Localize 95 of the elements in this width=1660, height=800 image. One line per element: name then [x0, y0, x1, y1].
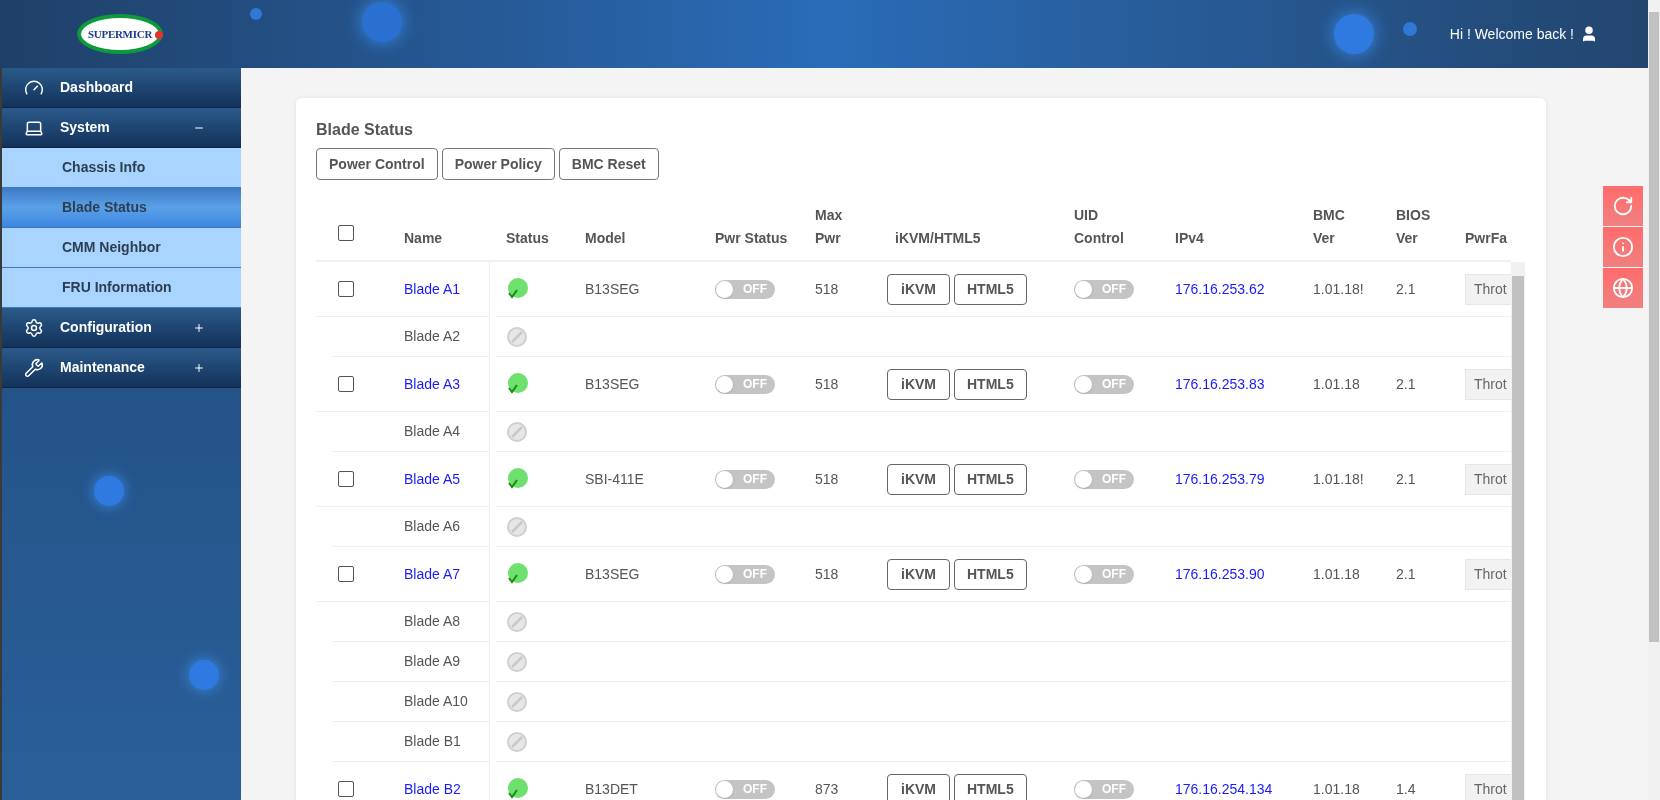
blade-link[interactable]: Blade A5 — [404, 468, 461, 490]
blade-link[interactable]: Blade B2 — [404, 778, 461, 800]
sidebar-item[interactable]: Maintenance — [2, 348, 241, 388]
expand-icon — [193, 321, 205, 334]
table-scrollbar[interactable] — [1511, 262, 1525, 800]
side-tool-button[interactable] — [1603, 186, 1643, 226]
ip-link[interactable]: 176.16.253.83 — [1175, 373, 1265, 395]
column-header: Pwr Status — [715, 229, 788, 248]
model-text: B13SEG — [585, 374, 640, 394]
side-tool-button[interactable] — [1603, 268, 1643, 308]
welcome-text: Hi ! Welcome back ! — [1449, 24, 1574, 44]
blade-name: Blade A4 — [404, 422, 461, 441]
ikvm-button[interactable]: iKVM — [887, 368, 950, 400]
checkbox[interactable] — [338, 281, 354, 297]
html5-button[interactable]: HTML5 — [954, 368, 1027, 400]
column-header: UID Control — [1074, 206, 1124, 248]
ikvm-button[interactable]: iKVM — [887, 273, 950, 305]
sidebar-item[interactable]: Configuration — [2, 308, 241, 348]
blade-name: Blade B1 — [404, 732, 461, 751]
html5-button[interactable]: HTML5 — [954, 558, 1027, 590]
bmc-version-text: 1.01.18! — [1313, 279, 1364, 299]
refresh-icon — [1612, 195, 1634, 217]
globe-icon — [1612, 277, 1634, 299]
model-text: B13SEG — [585, 279, 640, 299]
blade-link[interactable]: Blade A1 — [404, 278, 461, 300]
power-fail-select[interactable]: Throt — [1465, 558, 1511, 590]
bios-version-text: 2.1 — [1396, 279, 1416, 299]
blade-name: Blade A8 — [404, 612, 461, 631]
ikvm-button[interactable]: iKVM — [887, 463, 950, 495]
column-header: BIOS Ver — [1396, 206, 1431, 248]
user-icon[interactable] — [1580, 25, 1598, 43]
card-title: Blade Status — [316, 120, 414, 140]
ip-link[interactable]: 176.16.253.79 — [1175, 468, 1265, 490]
ikvm-button[interactable]: iKVM — [887, 558, 950, 590]
sidebar-item[interactable]: Dashboard — [2, 68, 241, 108]
column-header: Status — [506, 229, 549, 248]
power-fail-select[interactable]: Throt — [1465, 273, 1511, 305]
power-fail-select[interactable]: Throt — [1465, 463, 1511, 495]
checkbox[interactable] — [338, 376, 354, 392]
sidebar-subitem[interactable]: Blade Status — [2, 188, 241, 228]
sidebar-subitem[interactable]: CMM Neighbor — [2, 228, 241, 268]
blade-link[interactable]: Blade A3 — [404, 373, 461, 395]
info-icon — [1612, 236, 1634, 258]
blade-name: Blade A9 — [404, 652, 461, 671]
max-power-text: 518 — [815, 374, 839, 394]
expand-icon — [193, 361, 205, 374]
bmc-version-text: 1.01.18 — [1313, 564, 1360, 584]
blade-name: Blade A6 — [404, 517, 461, 536]
power-fail-select[interactable]: Throt — [1465, 773, 1511, 800]
bios-version-text: 2.1 — [1396, 469, 1416, 489]
side-tool-button[interactable] — [1603, 227, 1643, 267]
blade-link[interactable]: Blade A7 — [404, 563, 461, 585]
max-power-text: 518 — [815, 279, 839, 299]
column-header: Name — [404, 229, 443, 248]
action-button[interactable]: BMC Reset — [558, 148, 659, 180]
wrench-icon — [24, 357, 44, 378]
column-header: IPv4 — [1175, 229, 1204, 248]
model-text: B13DET — [585, 779, 638, 799]
ip-link[interactable]: 176.16.253.62 — [1175, 278, 1265, 300]
bios-version-text: 2.1 — [1396, 374, 1416, 394]
max-power-text: 518 — [815, 469, 839, 489]
checkbox[interactable] — [338, 225, 354, 241]
sidebar-subitem[interactable]: Chassis Info — [2, 148, 241, 188]
action-button[interactable]: Power Control — [316, 148, 438, 180]
html5-button[interactable]: HTML5 — [954, 773, 1027, 800]
blade-name: Blade A2 — [404, 327, 461, 346]
blade-name: Blade A10 — [404, 692, 468, 711]
html5-button[interactable]: HTML5 — [954, 463, 1027, 495]
bmc-version-text: 1.01.18 — [1313, 374, 1360, 394]
action-button[interactable]: Power Policy — [441, 148, 555, 180]
html5-button[interactable]: HTML5 — [954, 273, 1027, 305]
column-header: Model — [585, 229, 626, 248]
column-header: BMC Ver — [1313, 206, 1345, 248]
checkbox[interactable] — [338, 471, 354, 487]
ip-link[interactable]: 176.16.253.90 — [1175, 563, 1265, 585]
max-power-text: 873 — [815, 779, 839, 799]
settings-icon — [24, 317, 44, 338]
bios-version-text: 1.4 — [1396, 779, 1416, 799]
model-text: B13SEG — [585, 564, 640, 584]
logo: SUPERMICR — [77, 14, 163, 54]
bios-version-text: 2.1 — [1396, 564, 1416, 584]
model-text: SBI-411E — [585, 469, 644, 489]
sidebar-subitem[interactable]: FRU Information — [2, 268, 241, 308]
ip-link[interactable]: 176.16.254.134 — [1175, 778, 1273, 800]
bmc-version-text: 1.01.18! — [1313, 469, 1364, 489]
max-power-text: 518 — [815, 564, 839, 584]
checkbox[interactable] — [338, 566, 354, 582]
checkbox[interactable] — [338, 781, 354, 797]
column-header: iKVM/HTML5 — [895, 229, 981, 248]
bmc-version-text: 1.01.18 — [1313, 779, 1360, 799]
sidebar-item[interactable]: System — [2, 108, 241, 148]
ikvm-button[interactable]: iKVM — [887, 773, 950, 800]
power-fail-select[interactable]: Throt — [1465, 368, 1511, 400]
column-header: PwrFa — [1465, 229, 1507, 248]
column-header: Max Pwr — [815, 206, 843, 248]
